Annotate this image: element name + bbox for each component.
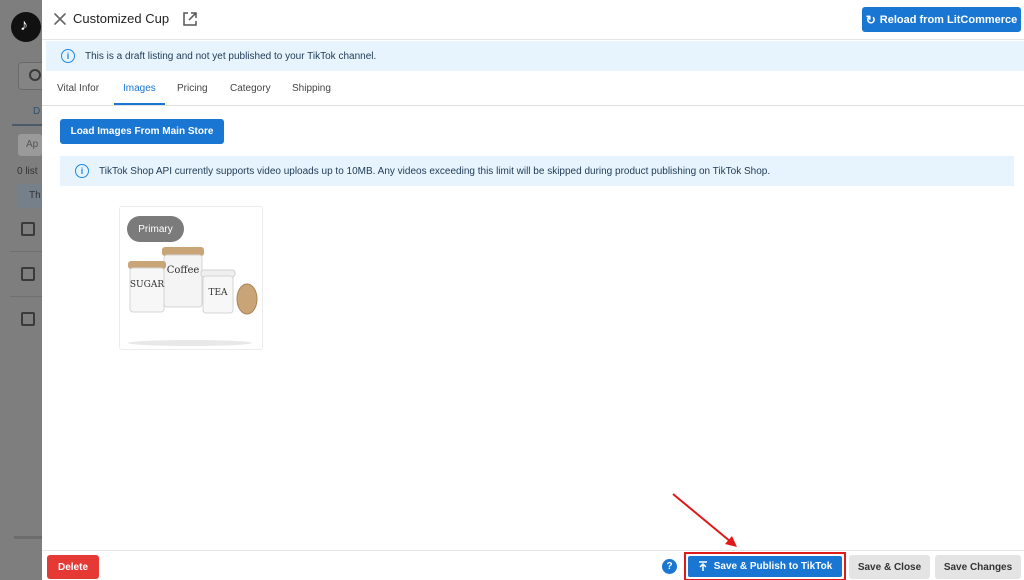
- draft-notice-text: This is a draft listing and not yet publ…: [85, 50, 377, 62]
- draft-notice: i This is a draft listing and not yet pu…: [46, 41, 1024, 71]
- background-scrollbar: [14, 536, 42, 539]
- info-icon: i: [61, 49, 75, 63]
- svg-text:TEA: TEA: [208, 288, 228, 298]
- save-changes-button[interactable]: Save Changes: [935, 555, 1021, 579]
- tab-vital-info[interactable]: Vital Infor: [57, 83, 99, 94]
- save-publish-label: Save & Publish to TikTok: [713, 561, 833, 572]
- svg-text:SUGAR: SUGAR: [130, 280, 164, 290]
- highlight-box: Save & Publish to TikTok: [684, 552, 846, 580]
- product-image: Coffee SUGAR TEA: [128, 247, 258, 346]
- save-publish-button[interactable]: Save & Publish to TikTok: [688, 556, 842, 577]
- reload-label: Reload from LitCommerce: [879, 13, 1018, 26]
- close-icon[interactable]: [51, 10, 69, 28]
- reload-icon: ↻: [865, 12, 876, 27]
- video-notice: i TikTok Shop API currently supports vid…: [60, 156, 1014, 186]
- background-tab: D: [33, 106, 41, 117]
- background-tab-indicator: [12, 124, 42, 126]
- upload-icon: [698, 561, 707, 571]
- tab-images[interactable]: Images: [123, 83, 156, 94]
- drawer-header: Customized Cup ↻ Reload from LitCommerce: [42, 0, 1024, 40]
- row-divider: [10, 296, 42, 297]
- drawer-footer: Delete ? Save & Publish to TikTok Save &…: [42, 550, 1024, 580]
- product-image-card[interactable]: Coffee SUGAR TEA Primary: [119, 206, 263, 350]
- background-count: 0 list: [17, 166, 38, 177]
- reload-button[interactable]: ↻ Reload from LitCommerce: [862, 7, 1021, 32]
- background-button: Ap: [18, 134, 42, 156]
- background-page: ♪ D Ap 0 list Th: [0, 0, 48, 580]
- open-external-icon[interactable]: [182, 11, 198, 27]
- save-close-button[interactable]: Save & Close: [849, 555, 930, 579]
- delete-button[interactable]: Delete: [47, 555, 99, 579]
- tab-shipping[interactable]: Shipping: [292, 83, 331, 94]
- drawer-title: Customized Cup: [73, 11, 170, 26]
- row-divider: [10, 251, 42, 252]
- row-checkbox: [21, 312, 35, 326]
- tab-pricing[interactable]: Pricing: [177, 83, 208, 94]
- load-images-button[interactable]: Load Images From Main Store: [60, 119, 224, 144]
- tiktok-logo-icon: ♪: [11, 12, 41, 42]
- tab-category[interactable]: Category: [230, 83, 271, 94]
- help-icon[interactable]: ?: [662, 559, 677, 574]
- active-tab-indicator: [114, 103, 165, 105]
- info-icon: i: [75, 164, 89, 178]
- tab-bar: Vital Infor Images Pricing Category Ship…: [42, 72, 1024, 106]
- row-checkbox: [21, 222, 35, 236]
- svg-text:Coffee: Coffee: [167, 265, 200, 276]
- primary-badge: Primary: [127, 216, 184, 242]
- video-notice-text: TikTok Shop API currently supports video…: [99, 165, 771, 177]
- background-table-header: Th: [17, 184, 42, 208]
- row-checkbox: [21, 267, 35, 281]
- listing-drawer: Customized Cup ↻ Reload from LitCommerce…: [42, 0, 1024, 580]
